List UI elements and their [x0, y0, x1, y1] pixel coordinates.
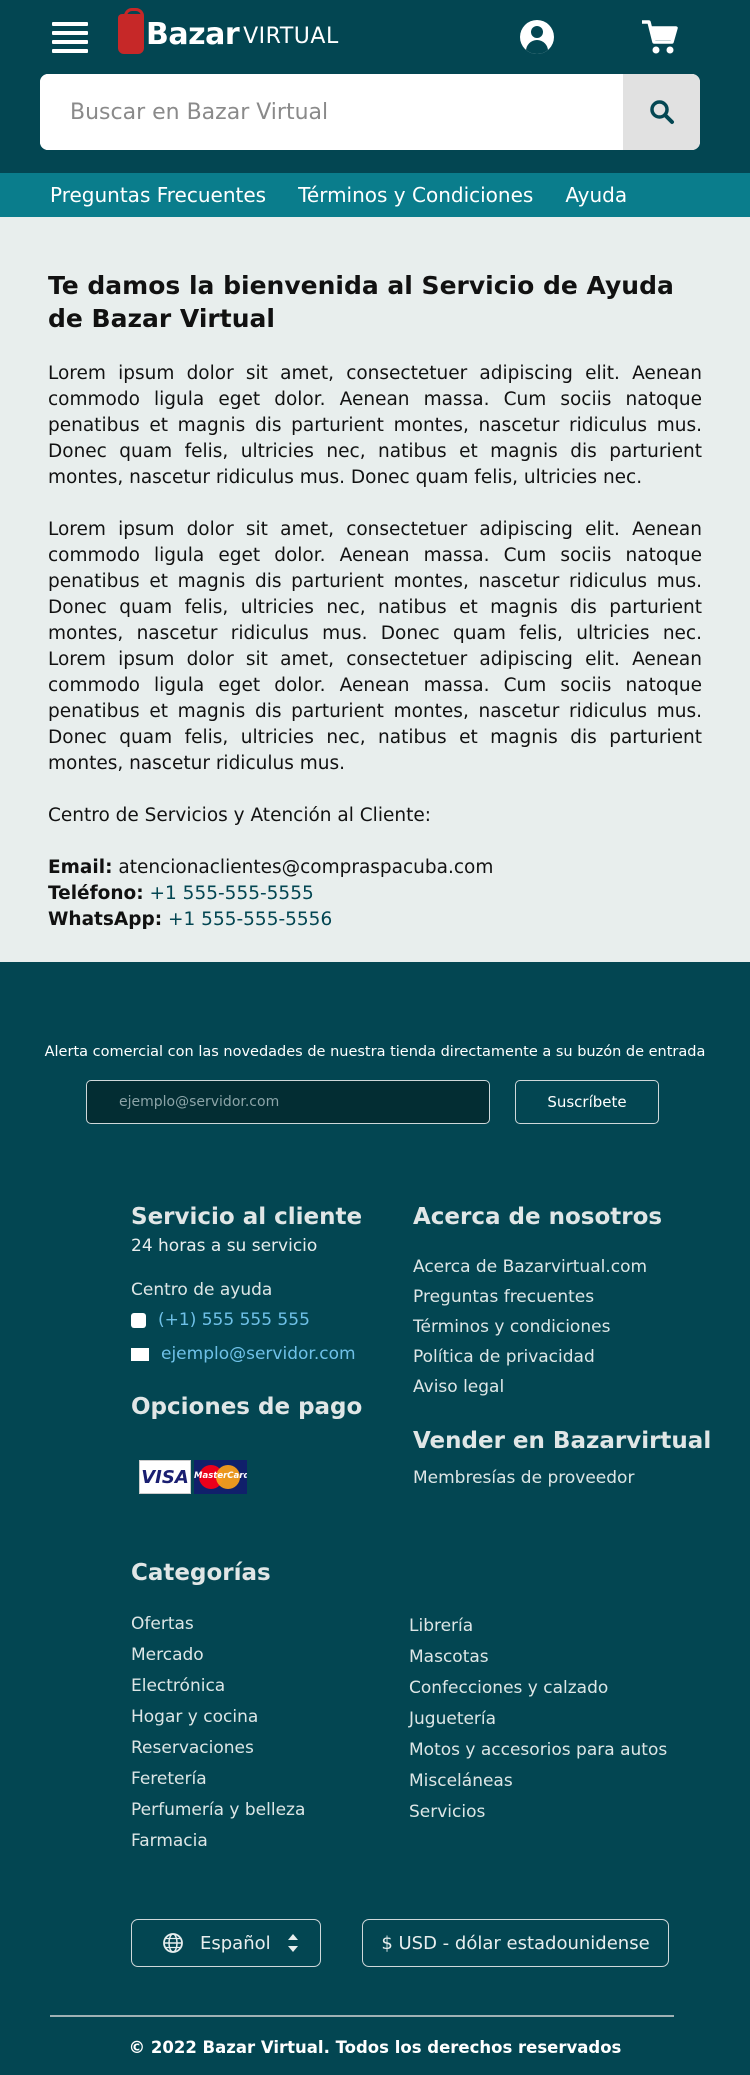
email-label: Email:: [48, 857, 113, 878]
category-link[interactable]: Mascotas: [409, 1642, 667, 1673]
category-link[interactable]: Feretería: [131, 1764, 305, 1795]
mastercard-text: MasterCard: [194, 1471, 247, 1481]
shopping-bag-logo-icon: [118, 8, 144, 54]
about-column: Acerca de nosotros Acerca de Bazarvirtua…: [413, 1204, 713, 1488]
category-link[interactable]: Librería: [409, 1611, 667, 1642]
page-title: Te damos la bienvenida al Servicio de Ay…: [48, 271, 674, 333]
newsletter-title: Alerta comercial con las novedades de nu…: [44, 1044, 706, 1060]
category-link[interactable]: Electrónica: [131, 1671, 305, 1702]
email-line: Email: atencionaclientes@compraspacuba.c…: [48, 855, 702, 881]
nav-terms[interactable]: Términos y Condiciones: [298, 183, 533, 207]
phone-line: Teléfono: +1 555-555-5555: [48, 881, 702, 907]
payment-cards: VISA MasterCard: [131, 1460, 391, 1494]
search-icon: [649, 100, 674, 124]
about-link[interactable]: Acerca de Bazarvirtual.com: [413, 1252, 713, 1282]
categories-left: Ofertas Mercado Electrónica Hogar y coci…: [131, 1609, 305, 1857]
category-link[interactable]: Mercado: [131, 1640, 305, 1671]
category-link[interactable]: Farmacia: [131, 1826, 305, 1857]
currency-label: $ USD - dólar estadounidense: [381, 1932, 650, 1954]
mastercard-icon: MasterCard: [194, 1460, 247, 1494]
subnav: Preguntas Frecuentes Términos y Condicio…: [0, 173, 750, 217]
footer-divider: [50, 2015, 674, 2017]
whatsapp-label: WhatsApp:: [48, 909, 163, 930]
category-link[interactable]: Reservaciones: [131, 1733, 305, 1764]
legal-link[interactable]: Aviso legal: [413, 1372, 713, 1402]
category-link[interactable]: Ofertas: [131, 1609, 305, 1640]
service-center-label: Centro de Servicios y Atención al Client…: [48, 805, 431, 826]
language-label: Español: [200, 1932, 271, 1954]
nav-help[interactable]: Ayuda: [565, 183, 627, 207]
vendor-membership-link[interactable]: Membresías de proveedor: [413, 1468, 713, 1488]
service-title: Servicio al cliente: [131, 1204, 363, 1230]
nav-faq[interactable]: Preguntas Frecuentes: [50, 183, 266, 207]
category-link[interactable]: Misceláneas: [409, 1766, 667, 1797]
about-links: Acerca de Bazarvirtual.com Preguntas fre…: [413, 1252, 713, 1402]
search-bar: [40, 74, 700, 150]
sort-arrows-icon: [287, 1934, 298, 1952]
currency-selector[interactable]: $ USD - dólar estadounidense: [362, 1919, 669, 1967]
whatsapp-line: WhatsApp: +1 555-555-5556: [48, 907, 702, 933]
logo-text-bazar: Bazar: [146, 16, 240, 52]
envelope-icon: [131, 1347, 149, 1361]
visa-card-icon: VISA: [139, 1460, 191, 1494]
paragraph-2: Lorem ipsum dolor sit amet, consectetuer…: [48, 519, 702, 774]
logo-text-virtual: VIRTUAL: [243, 23, 339, 49]
phone-label: Teléfono:: [48, 883, 144, 904]
globe-icon: [163, 1933, 183, 1953]
help-center-link[interactable]: Centro de ayuda: [131, 1280, 391, 1300]
customer-service-column: Servicio al cliente 24 horas a su servic…: [131, 1204, 391, 1494]
footer: Alerta comercial con las novedades de nu…: [0, 962, 750, 2075]
payment-title: Opciones de pago: [131, 1394, 363, 1420]
shopping-cart-icon[interactable]: [640, 18, 680, 56]
footer-email-row: ejemplo@servidor.com: [131, 1344, 391, 1364]
categories-title: Categorías: [131, 1560, 271, 1586]
categories-right: Librería Mascotas Confecciones y calzado…: [409, 1611, 667, 1828]
paragraph-1: Lorem ipsum dolor sit amet, consectetuer…: [48, 363, 702, 488]
terms-link[interactable]: Términos y condiciones: [413, 1312, 713, 1342]
about-title: Acerca de nosotros: [413, 1204, 663, 1230]
phone-link[interactable]: +1 555-555-5555: [150, 883, 314, 904]
footer-email-link[interactable]: ejemplo@servidor.com: [161, 1344, 356, 1364]
user-account-icon[interactable]: [520, 20, 554, 54]
copyright: © 2022 Bazar Virtual. Todos los derechos…: [128, 2038, 622, 2057]
footer-phone-row: (+1) 555 555 555: [131, 1310, 391, 1330]
language-selector[interactable]: Español: [131, 1919, 321, 1967]
sell-title: Vender en Bazarvirtual: [413, 1428, 712, 1454]
subscribe-button[interactable]: Suscríbete: [515, 1080, 659, 1124]
hamburger-menu-icon[interactable]: [52, 22, 88, 53]
faq-link[interactable]: Preguntas frecuentes: [413, 1282, 713, 1312]
category-link[interactable]: Confecciones y calzado: [409, 1673, 667, 1704]
newsletter-email-input[interactable]: [86, 1080, 490, 1124]
phone-icon: [131, 1312, 146, 1328]
category-link[interactable]: Motos y accesorios para autos: [409, 1735, 667, 1766]
category-link[interactable]: Perfumería y belleza: [131, 1795, 305, 1826]
footer-phone-link[interactable]: (+1) 555 555 555: [158, 1310, 310, 1330]
email-value[interactable]: atencionaclientes@compraspacuba.com: [118, 857, 493, 878]
search-input[interactable]: [40, 74, 623, 150]
category-link[interactable]: Juguetería: [409, 1704, 667, 1735]
search-button[interactable]: [623, 74, 700, 150]
logo[interactable]: Bazar VIRTUAL: [118, 8, 339, 54]
privacy-link[interactable]: Política de privacidad: [413, 1342, 713, 1372]
category-link[interactable]: Servicios: [409, 1797, 667, 1828]
whatsapp-link[interactable]: +1 555-555-5556: [168, 909, 332, 930]
service-hours: 24 horas a su servicio: [131, 1236, 318, 1256]
header: Bazar VIRTUAL: [0, 0, 750, 173]
main-content: Te damos la bienvenida al Servicio de Ay…: [0, 217, 750, 962]
category-link[interactable]: Hogar y cocina: [131, 1702, 305, 1733]
